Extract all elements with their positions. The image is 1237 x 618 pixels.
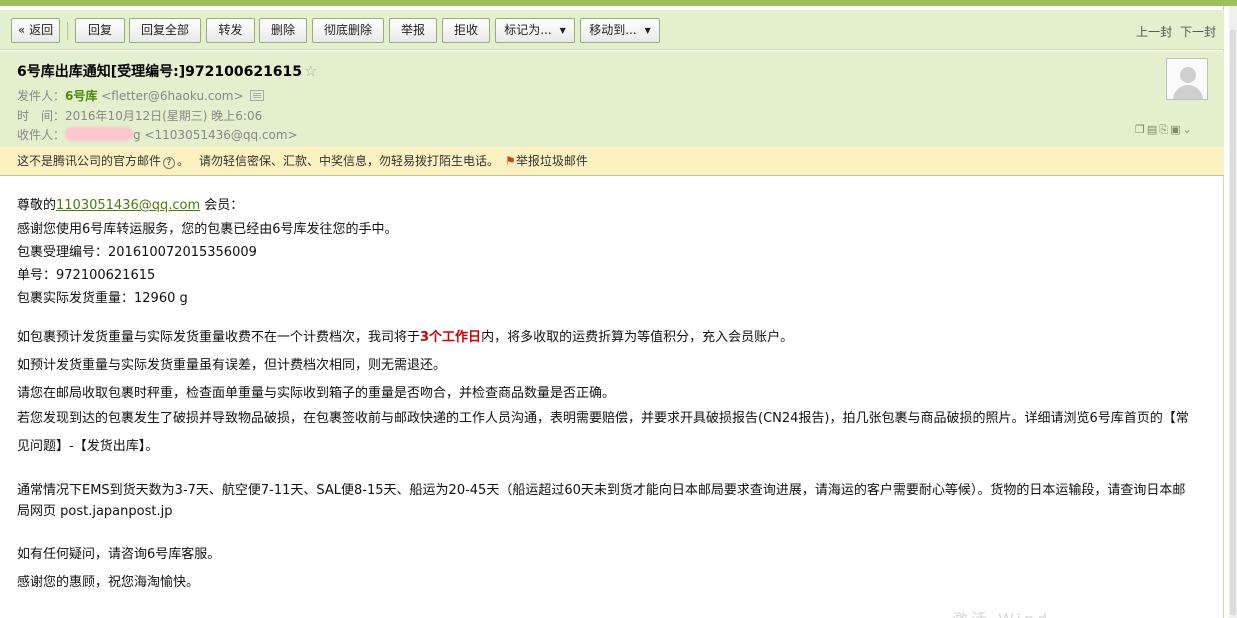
thanks-line: 感谢您使用6号库转运服务，您的包裹已经由6号库发往您的手中。 [17, 222, 398, 237]
refund-highlight: 3个工作日 [420, 330, 482, 345]
subject-text: 6号库出库通知[受理编号:]972100621615 [17, 64, 303, 80]
reply-all-button[interactable]: 回复全部 [129, 18, 201, 43]
header-tools: ❐▤⎘▣⌄ [1135, 123, 1194, 137]
delete-button[interactable]: 删除 [259, 18, 307, 43]
print-icon[interactable]: ▣ [1170, 123, 1182, 136]
no-refund-paragraph: 如预计发货重量与实际发货重量虽有误差，但计费档次相同，则无需退还。 [17, 358, 447, 373]
mail-subject: 6号库出库通知[受理编号:]972100621615 ☆ [17, 61, 317, 81]
sender-name[interactable]: 6号库 [65, 89, 97, 103]
chevron-down-icon: ▼ [644, 26, 651, 35]
prev-next-nav: 上一封 下一封 [1132, 23, 1216, 40]
refund-text-a: 如包裹预计发货重量与实际发货重量收费不在一个计费档次，我司将于 [17, 330, 421, 345]
move-to-label: 移动到... [589, 23, 637, 37]
weight-line: 包裹实际发货重量：12960 g [17, 291, 188, 306]
mail-toolbar: « 返回 回复 回复全部 转发 删除 彻底删除 举报 拒收 标记为... ▼ 移动… [0, 10, 1224, 50]
damage-paragraph: 若您发现到达的包裹发生了破损并导致物品破损，在包裹签收前与邮政快递的工作人员沟通… [17, 411, 1189, 454]
avatar-head-shape [1180, 67, 1196, 83]
redacted-name [65, 127, 134, 141]
greeting-prefix: 尊敬的 [17, 198, 57, 213]
contact-card-icon[interactable] [249, 90, 264, 101]
save-icon[interactable]: ⎘ [1159, 123, 1170, 136]
report-button[interactable]: 举报 [389, 18, 437, 43]
notice-text: 这不是腾讯公司的官方邮件 [17, 154, 162, 168]
to-name-partial: g [133, 128, 141, 142]
recipient-address: <1103051436@qq.com> [144, 128, 298, 142]
contact-paragraph: 如有任何疑问，请咨询6号库客服。 [17, 547, 221, 562]
sender-avatar[interactable] [1166, 58, 1208, 100]
toolbar-separator [67, 22, 68, 40]
mark-as-dropdown[interactable]: 标记为... ▼ [495, 18, 575, 43]
acceptance-number-line: 包裹受理编号：201610072015356009 [17, 245, 257, 260]
tracking-number-line: 单号：972100621615 [17, 268, 156, 283]
new-window-icon[interactable]: ❐ [1135, 123, 1147, 136]
forward-button[interactable]: 转发 [206, 18, 255, 43]
source-icon[interactable]: ▤ [1147, 123, 1159, 136]
report-spam-link[interactable]: 举报垃圾邮件 [516, 154, 588, 168]
mark-as-label: 标记为... [504, 23, 552, 37]
to-label: 收件人： [17, 128, 66, 142]
reject-button[interactable]: 拒收 [442, 18, 490, 43]
from-row: 发件人：6号库 <fletter@6haoku.com> [17, 87, 264, 104]
weigh-check-paragraph: 请您在邮局收取包裹时秤重，检查面单重量与实际收到箱子的重量是否吻合，并检查商品数… [17, 386, 616, 401]
avatar-body-shape [1173, 85, 1203, 99]
delivery-time-paragraph: 通常情况下EMS到货天数为3-7天、航空便7-11天、SAL便8-15天、船运为… [17, 483, 1186, 519]
delete-permanently-button[interactable]: 彻底删除 [312, 18, 384, 43]
star-icon[interactable]: ☆ [304, 62, 317, 80]
activation-watermark: 激活 Wind [952, 606, 1050, 618]
to-row: 收件人： g <1103051436@qq.com> [17, 126, 298, 143]
mail-header: 6号库出库通知[受理编号:]972100621615 ☆ 发件人：6号库 <fle… [0, 51, 1224, 147]
time-value: 2016年10月12日(星期三) 晚上6:06 [65, 109, 263, 123]
chevron-down-icon: ▼ [559, 26, 566, 35]
refund-paragraph: 如包裹预计发货重量与实际发货重量收费不在一个计费档次，我司将于3个工作日内，将多… [17, 326, 793, 345]
from-label: 发件人： [17, 89, 66, 103]
back-button[interactable]: « 返回 [11, 18, 60, 43]
report-flag-icon: ⚑ [505, 154, 516, 168]
closing-paragraph: 感谢您的惠顾，祝您海淘愉快。 [17, 575, 200, 590]
help-icon[interactable]: ? [163, 157, 176, 169]
time-label: 时 间： [17, 109, 66, 123]
time-row: 时 间：2016年10月12日(星期三) 晚上6:06 [17, 107, 262, 124]
greeting: 尊敬的1103051436@qq.com 会员： [17, 194, 243, 213]
next-mail-link[interactable]: 下一封 [1180, 25, 1216, 39]
notice-warning: 请勿轻信密保、汇款、中奖信息，勿轻易拨打陌生电话。 [199, 154, 500, 168]
greeting-suffix: 会员： [200, 198, 244, 213]
security-notice: 这不是腾讯公司的官方邮件?。请勿轻信密保、汇款、中奖信息，勿轻易拨打陌生电话。 ⚑… [0, 147, 1224, 176]
more-chevron-icon[interactable]: ⌄ [1183, 123, 1194, 136]
reply-button[interactable]: 回复 [75, 18, 125, 43]
scrollbar-thumb[interactable] [1230, 30, 1236, 615]
sender-address: <fletter@6haoku.com> [101, 89, 244, 103]
refund-text-b: 内，将多收取的运费折算为等值积分，充入会员账户。 [481, 330, 794, 345]
move-to-dropdown[interactable]: 移动到... ▼ [580, 18, 660, 43]
member-email-link[interactable]: 1103051436@qq.com [56, 198, 200, 213]
prev-mail-link[interactable]: 上一封 [1136, 25, 1172, 39]
